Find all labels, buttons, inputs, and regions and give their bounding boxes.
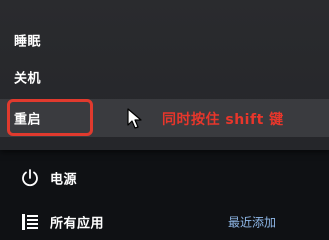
restart-highlight-box [7,99,93,136]
all-apps-row: 所有应用 最近添加 [0,205,329,239]
menu-item-shutdown-label: 关机 [14,71,42,87]
power-button[interactable]: 电源 [0,161,329,195]
mouse-cursor-icon [127,108,142,129]
recently-added-link[interactable]: 最近添加 [228,214,276,231]
menu-item-sleep-label: 睡眠 [14,34,42,50]
power-label: 电源 [50,172,78,188]
annotation-text: 同时按住 shift 键 [162,112,284,128]
menu-item-shutdown[interactable]: 关机 [0,61,329,93]
app-list-icon [22,214,38,230]
power-icon [22,169,38,187]
all-apps-button[interactable]: 所有应用 [50,213,104,232]
menu-item-sleep[interactable]: 睡眠 [0,24,329,56]
